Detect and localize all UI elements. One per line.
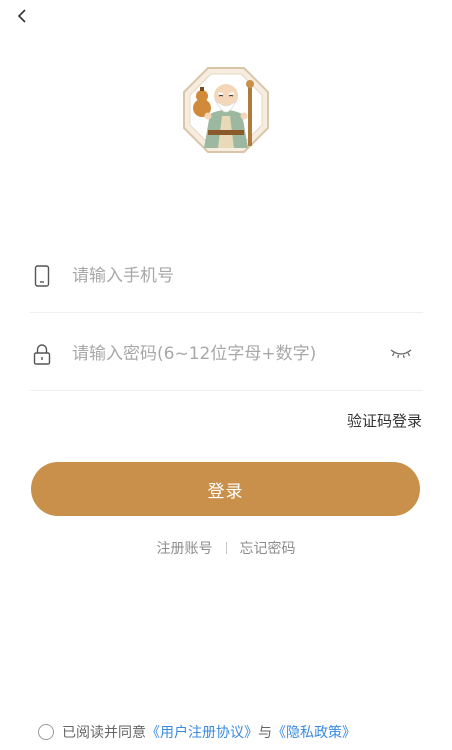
- user-agreement-link[interactable]: 《用户注册协议》: [146, 722, 258, 742]
- chevron-left-icon: [17, 9, 26, 23]
- agreement-connector: 与: [258, 725, 272, 741]
- phone-field: [30, 240, 423, 313]
- mobile-phone-icon: [30, 264, 54, 288]
- account-links: 注册账号 忘记密码: [0, 538, 452, 558]
- lock-icon: [30, 342, 54, 366]
- agreement-prefix: 已阅读并同意: [62, 725, 146, 741]
- sage-mascot-logo: [183, 67, 269, 153]
- phone-input[interactable]: [72, 261, 423, 291]
- sms-code-login-link[interactable]: 验证码登录: [347, 410, 422, 431]
- link-divider: [225, 542, 227, 554]
- privacy-policy-link[interactable]: 《隐私政策》: [272, 722, 356, 742]
- forgot-password-link[interactable]: 忘记密码: [240, 538, 296, 558]
- eye-closed-icon: [390, 349, 412, 359]
- back-button[interactable]: [10, 4, 34, 28]
- register-link[interactable]: 注册账号: [157, 538, 213, 558]
- password-input[interactable]: [72, 339, 387, 369]
- password-field: [30, 318, 423, 391]
- agreement-checkbox[interactable]: [38, 724, 54, 740]
- login-button[interactable]: 登录: [31, 462, 420, 516]
- password-visibility-toggle[interactable]: [387, 342, 415, 366]
- agreement-row: 已阅读并同意 《用户注册协议》 与 《隐私政策》: [38, 722, 356, 742]
